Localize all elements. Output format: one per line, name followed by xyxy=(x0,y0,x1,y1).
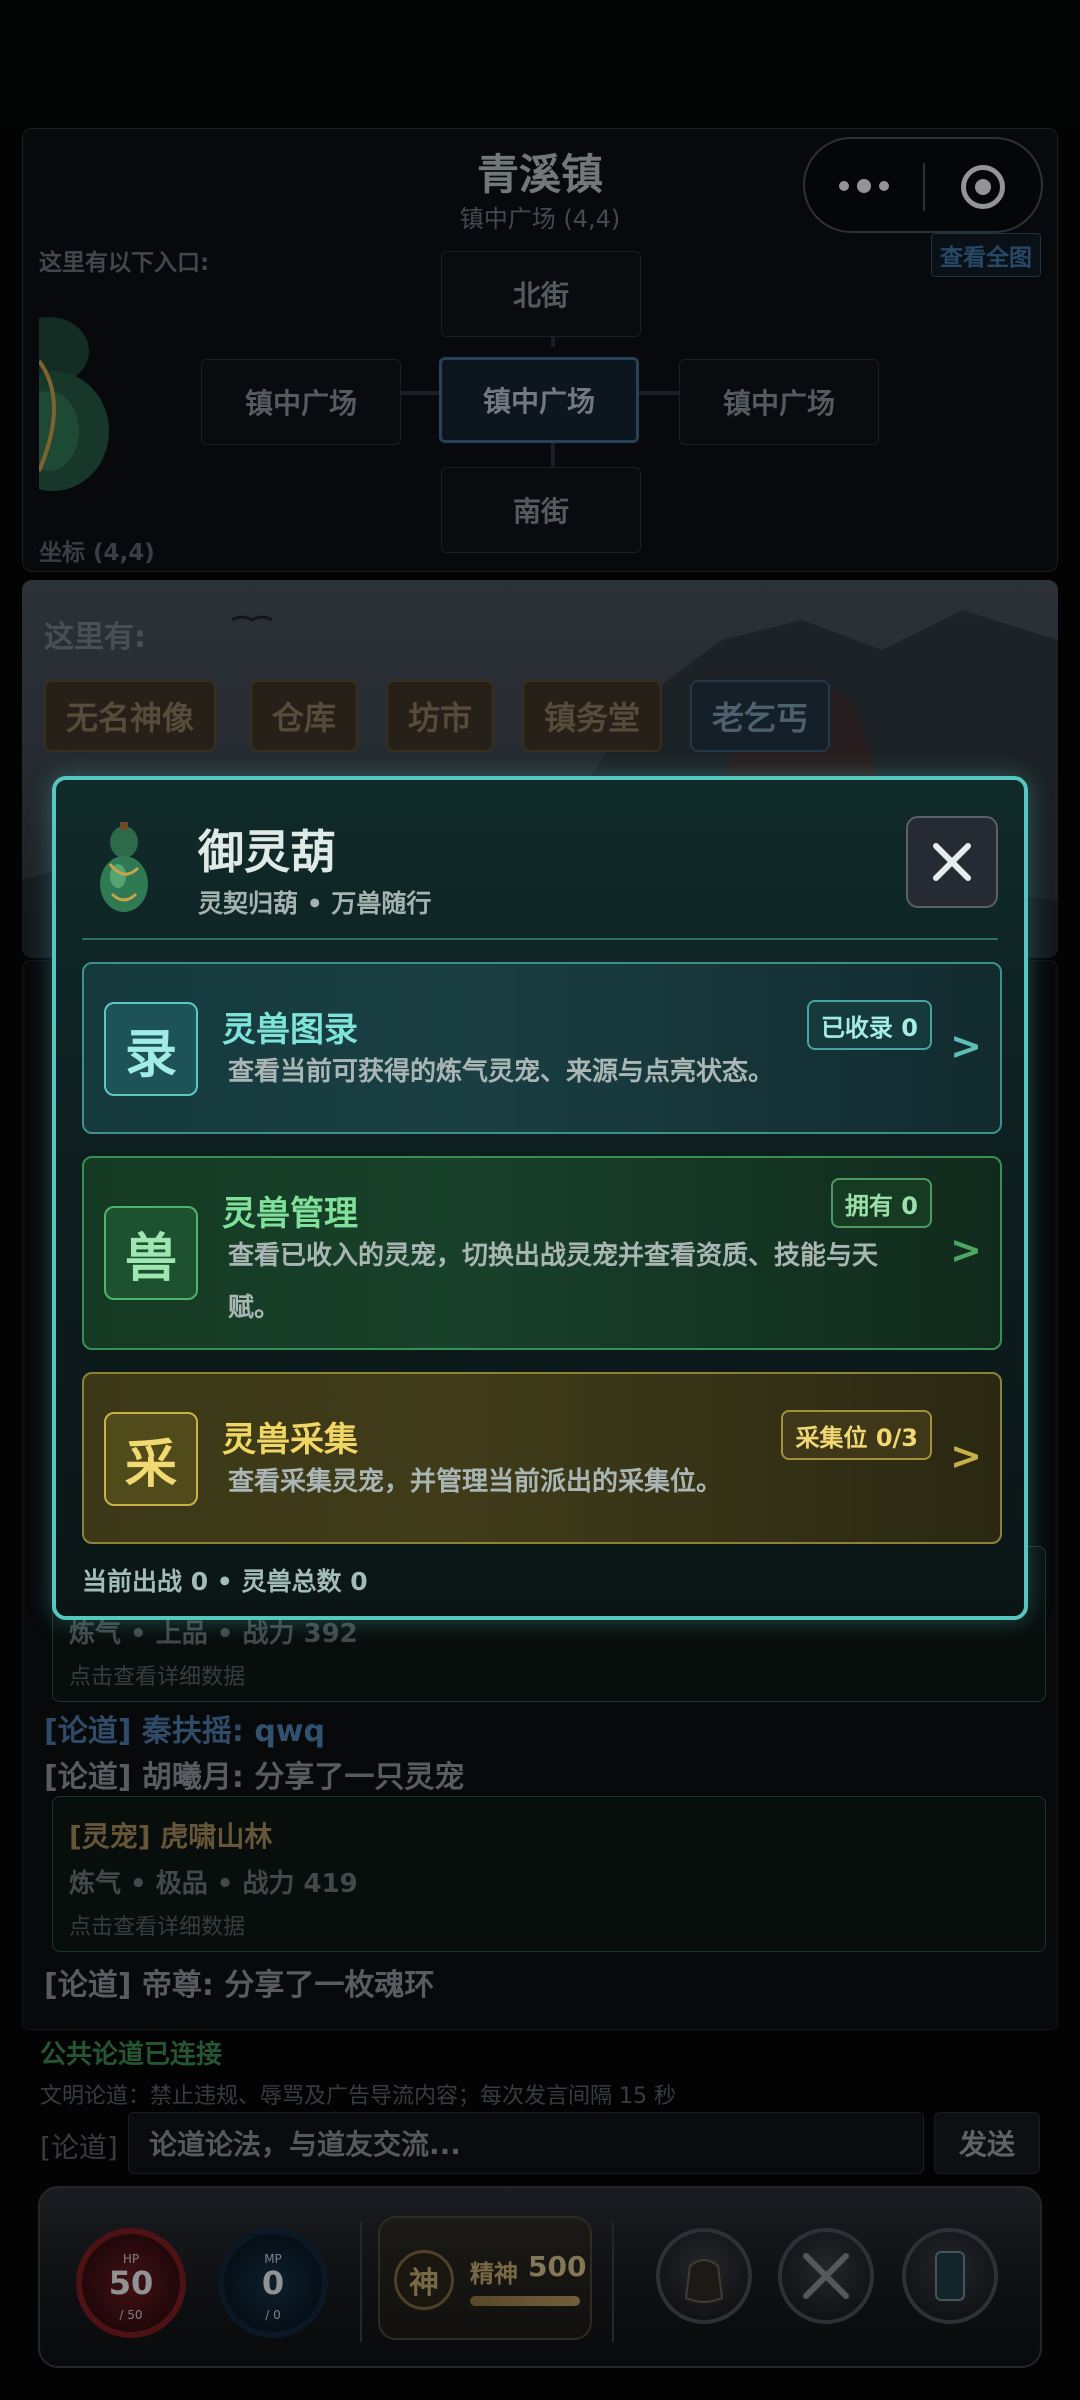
chevron-right-icon: > xyxy=(950,1228,982,1272)
catalog-glyph-icon: 录 xyxy=(104,1002,198,1096)
chevron-right-icon: > xyxy=(950,1434,982,1478)
management-glyph-icon: 兽 xyxy=(104,1206,198,1300)
beast-gathering-entry[interactable]: 采 灵兽采集 采集位 0/3 查看采集灵宠，并管理当前派出的采集位。 > xyxy=(82,1372,1002,1544)
gathering-glyph-icon: 采 xyxy=(104,1412,198,1506)
entry-description: 查看当前可获得的炼气灵宠、来源与点亮状态。 xyxy=(228,1057,775,1087)
spirit-gourd-modal: 御灵葫 灵契归葫 • 万兽随行 录 灵兽图录 已收录 0 查看当前可获得的炼气灵… xyxy=(52,776,1028,1620)
close-button[interactable] xyxy=(906,816,998,908)
chevron-right-icon: > xyxy=(950,1024,982,1068)
entry-badge: 采集位 0/3 xyxy=(781,1410,932,1460)
gourd-icon xyxy=(92,816,156,916)
entry-description: 查看采集灵宠，并管理当前派出的采集位。 xyxy=(228,1467,723,1497)
entry-description: 查看已收入的灵宠，切换出战灵宠并查看资质、技能与天赋。 xyxy=(228,1241,879,1323)
beast-management-entry[interactable]: 兽 灵兽管理 拥有 0 查看已收入的灵宠，切换出战灵宠并查看资质、技能与天赋。 … xyxy=(82,1156,1002,1350)
modal-divider xyxy=(82,938,998,940)
entry-title: 灵兽管理 xyxy=(222,1194,358,1234)
modal-subtitle: 灵契归葫 • 万兽随行 xyxy=(198,889,432,918)
modal-footer-stats: 当前出战 0 • 灵兽总数 0 xyxy=(82,1567,368,1596)
modal-title: 御灵葫 xyxy=(198,825,336,879)
entry-title: 灵兽采集 xyxy=(222,1420,358,1460)
entry-badge: 拥有 0 xyxy=(830,1178,932,1228)
entry-title: 灵兽图录 xyxy=(222,1010,358,1050)
close-icon xyxy=(933,843,971,881)
beast-catalog-entry[interactable]: 录 灵兽图录 已收录 0 查看当前可获得的炼气灵宠、来源与点亮状态。 > xyxy=(82,962,1002,1134)
entry-badge: 已收录 0 xyxy=(806,1000,932,1050)
